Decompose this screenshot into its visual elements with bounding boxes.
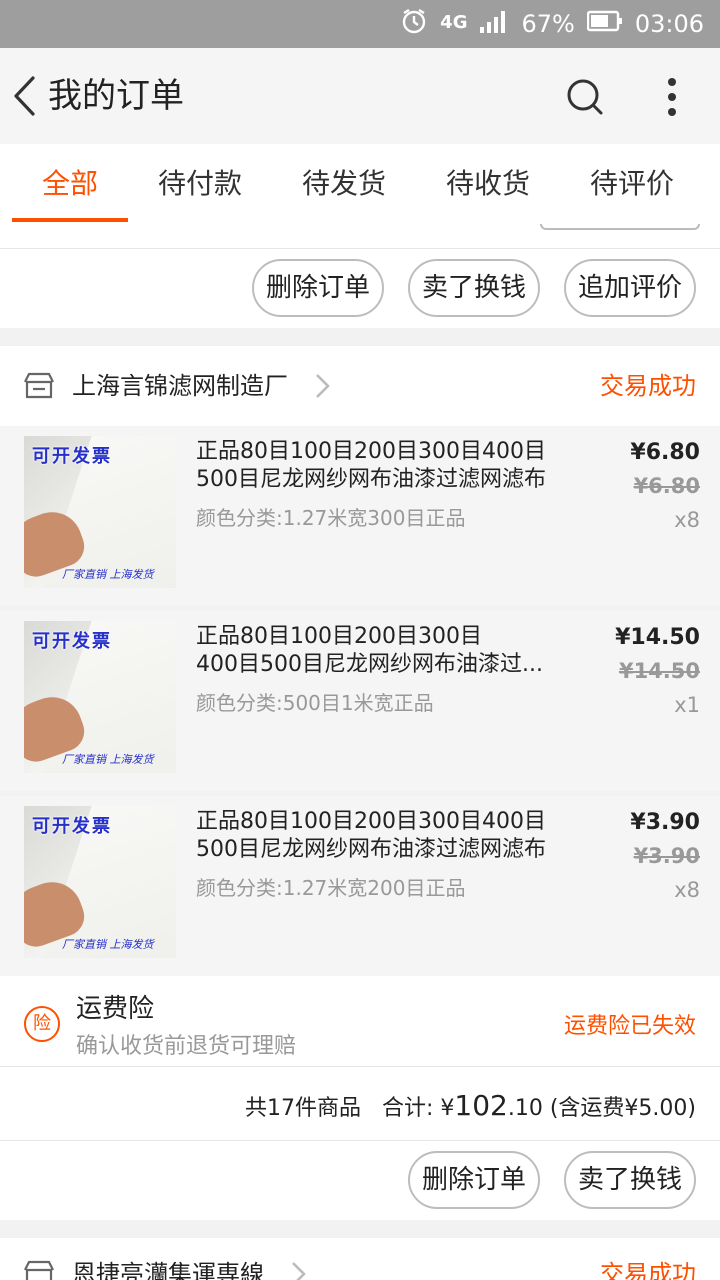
more-button[interactable] xyxy=(654,74,690,120)
item-original-price: ¥14.50 xyxy=(618,659,700,683)
item-original-price: ¥3.90 xyxy=(633,844,700,868)
item-price: ¥3.90 xyxy=(630,810,700,835)
battery-icon xyxy=(586,9,623,39)
order-tabs: 全部 待付款 待发货 待收货 待评价 xyxy=(0,144,720,224)
sell-button[interactable]: 卖了换钱 xyxy=(408,259,540,317)
item-spec: 颜色分类:1.27米宽200目正品 xyxy=(196,876,466,900)
product-image: 可开发票 厂家直销 上海发货 xyxy=(24,621,176,773)
alarm-icon xyxy=(400,7,428,41)
next-order-header[interactable]: 恩捷亮灡集運専線 交易成功 xyxy=(0,1238,720,1280)
total-amount-integer: 102 xyxy=(454,1089,508,1122)
insurance-subtitle: 确认收货前退货可理赔 xyxy=(76,1034,297,1059)
shipping-fee: (含运费¥5.00) xyxy=(549,1096,696,1121)
total-amount-decimal: .10 xyxy=(507,1096,543,1121)
more-vertical-icon xyxy=(668,78,676,116)
page-title: 我的订单 xyxy=(48,76,184,116)
insurance-status: 运费险已失效 xyxy=(563,1014,696,1039)
item-spec: 颜色分类:500目1米宽正品 xyxy=(196,691,434,715)
back-button[interactable] xyxy=(6,70,42,122)
tab-pending-review[interactable]: 待评价 xyxy=(574,144,690,224)
prev-order-actions: 删除订单 卖了换钱 追加评价 xyxy=(0,248,720,328)
invoice-badge: 可开发票 xyxy=(32,631,112,652)
tab-pending-receipt[interactable]: 待收货 xyxy=(430,144,546,224)
item-title: 正品80目100目200目300目 400目500目尼龙网纱网布油漆过... xyxy=(196,624,543,677)
prev-order-summary-fragment xyxy=(0,224,720,248)
order-actions: 删除订单 卖了换钱 xyxy=(0,1140,720,1220)
image-caption: 厂家直销 上海发货 xyxy=(62,753,154,766)
item-original-price: ¥6.80 xyxy=(633,474,700,498)
chevron-right-icon xyxy=(316,374,330,398)
insurance-title: 运费险 xyxy=(76,994,155,1024)
delete-order-button[interactable]: 删除订单 xyxy=(408,1151,540,1209)
search-icon xyxy=(567,79,603,115)
item-quantity: x1 xyxy=(674,693,700,717)
store-icon xyxy=(24,1260,54,1280)
tab-pending-shipment[interactable]: 待发货 xyxy=(286,144,402,224)
currency-symbol: ¥ xyxy=(440,1096,455,1121)
order-item[interactable]: 可开发票 厂家直销 上海发货 正品80目100目200目300目400目 500… xyxy=(0,796,720,976)
item-count: 共17件商品 xyxy=(244,1096,361,1121)
item-title: 正品80目100目200目300目400目 500目尼龙网纱网布油漆过滤网滤布 xyxy=(196,809,546,862)
tab-all[interactable]: 全部 xyxy=(12,144,128,224)
image-caption: 厂家直销 上海发货 xyxy=(62,938,154,951)
shop-name: 上海言锦滤网制造厂 xyxy=(72,372,288,400)
image-caption: 厂家直销 上海发货 xyxy=(62,568,154,581)
status-bar: 4G 67% 03:06 xyxy=(0,0,720,48)
item-title: 正品80目100目200目300目400目 500目尼龙网纱网布油漆过滤网滤布 xyxy=(196,439,546,492)
product-image: 可开发票 厂家直销 上海发货 xyxy=(24,806,176,958)
order-status: 交易成功 xyxy=(600,372,696,400)
shipping-insurance[interactable]: 险 运费险 确认收货前退货可理赔 运费险已失效 xyxy=(0,976,720,1066)
insurance-icon: 险 xyxy=(24,1006,60,1042)
invoice-badge: 可开发票 xyxy=(32,446,112,467)
network-indicator: 4G xyxy=(440,11,468,33)
product-image: 可开发票 厂家直销 上海发货 xyxy=(24,436,176,588)
order-total: 共17件商品 合计: ¥102.10 (含运费¥5.00) xyxy=(0,1066,720,1140)
item-quantity: x8 xyxy=(674,878,700,902)
app-header: 我的订单 xyxy=(0,48,720,144)
item-price: ¥6.80 xyxy=(630,440,700,465)
order-status: 交易成功 xyxy=(600,1260,696,1280)
item-quantity: x8 xyxy=(674,508,700,532)
shop-name: 恩捷亮灡集運専線 xyxy=(72,1260,264,1280)
store-icon xyxy=(24,372,54,399)
order-item[interactable]: 可开发票 厂家直销 上海发货 正品80目100目200目300目 400目500… xyxy=(0,611,720,791)
clock: 03:06 xyxy=(634,10,704,38)
sell-button[interactable]: 卖了换钱 xyxy=(564,1151,696,1209)
tab-pending-payment[interactable]: 待付款 xyxy=(142,144,258,224)
add-review-button[interactable]: 追加评价 xyxy=(564,259,696,317)
chevron-right-icon xyxy=(292,1262,306,1280)
tab-indicator xyxy=(12,218,128,222)
search-button[interactable] xyxy=(562,74,608,120)
battery-percent: 67% xyxy=(521,10,575,38)
shop-header[interactable]: 上海言锦滤网制造厂 交易成功 xyxy=(0,346,720,426)
order-item[interactable]: 可开发票 厂家直销 上海发货 正品80目100目200目300目400目 500… xyxy=(0,426,720,606)
total-label: 合计: xyxy=(381,1096,434,1121)
delete-order-button[interactable]: 删除订单 xyxy=(252,259,384,317)
item-spec: 颜色分类:1.27米宽300目正品 xyxy=(196,506,466,530)
item-price: ¥14.50 xyxy=(615,625,700,650)
signal-icon xyxy=(479,9,509,39)
back-arrow-icon xyxy=(14,76,35,116)
invoice-badge: 可开发票 xyxy=(32,816,112,837)
